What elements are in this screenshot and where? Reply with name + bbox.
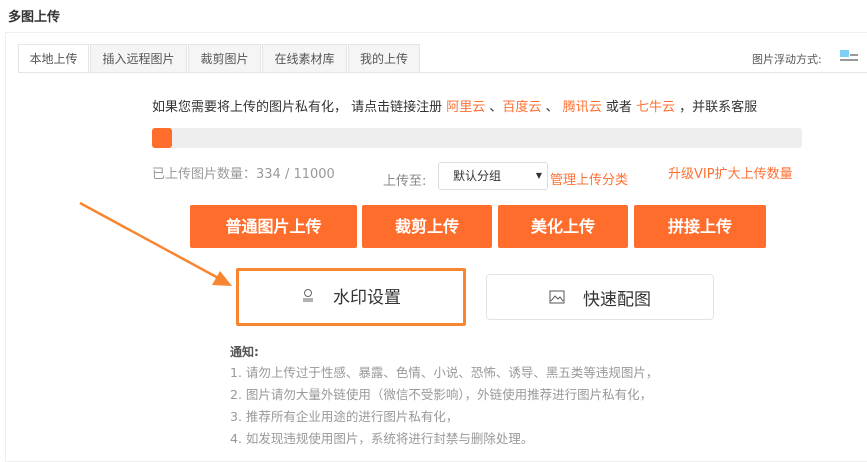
separator: 、 bbox=[485, 100, 503, 115]
upload-quota-bar bbox=[152, 128, 802, 148]
notes-heading: 通知: bbox=[230, 345, 259, 359]
image-icon bbox=[549, 290, 565, 304]
qiniu-link[interactable]: 七牛云 bbox=[636, 100, 675, 115]
tab-crop-image[interactable]: 裁剪图片 bbox=[188, 44, 261, 73]
upload-quota-fill bbox=[152, 128, 172, 148]
crop-upload-button[interactable]: 裁剪上传 bbox=[362, 205, 492, 248]
or-text: 或者 bbox=[601, 100, 636, 115]
stamp-icon bbox=[303, 289, 313, 302]
notice-text: 如果您需要将上传的图片私有化， 请点击链接注册 bbox=[152, 100, 447, 115]
note-item: 2. 图片请勿大量外链使用（微信不受影响），外链使用推荐进行图片私有化， bbox=[230, 387, 653, 402]
caret-down-icon: ▼ bbox=[535, 171, 542, 180]
tab-my-uploads[interactable]: 我的上传 bbox=[348, 44, 420, 73]
tab-divider bbox=[18, 72, 867, 73]
note-item: 1. 请勿上传过于性感、暴露、色情、小说、恐怖、诱导、黑五类等违规图片， bbox=[230, 365, 659, 380]
float-left-icon[interactable] bbox=[840, 49, 858, 63]
upload-to-label: 上传至: bbox=[383, 174, 427, 189]
notice-suffix: ，并联系客服 bbox=[675, 100, 758, 115]
float-mode-label: 图片浮动方式: bbox=[752, 53, 822, 66]
page-title: 多图上传 bbox=[8, 10, 61, 25]
group-select-value: 默认分组 bbox=[453, 169, 502, 183]
group-select[interactable]: 默认分组 ▼ bbox=[438, 162, 548, 190]
beautify-upload-button[interactable]: 美化上传 bbox=[498, 205, 628, 248]
note-item: 4. 如发现违规使用图片，系统将进行封禁与删除处理。 bbox=[230, 431, 534, 446]
tab-local-upload[interactable]: 本地上传 bbox=[18, 44, 89, 73]
quick-image-label: 快速配图 bbox=[583, 289, 651, 310]
note-item: 3. 推荐所有企业用途的进行图片私有化， bbox=[230, 409, 459, 424]
privatize-notice: 如果您需要将上传的图片私有化， 请点击链接注册 阿里云 、百度云 、 腾讯云 或… bbox=[152, 96, 757, 115]
upgrade-vip-link[interactable]: 升级VIP扩大上传数量 bbox=[668, 163, 793, 182]
tab-online-library[interactable]: 在线素材库 bbox=[262, 44, 347, 73]
aliyun-link[interactable]: 阿里云 bbox=[446, 100, 485, 115]
baidu-link[interactable]: 百度云 bbox=[502, 100, 541, 115]
tab-remote-image[interactable]: 插入远程图片 bbox=[90, 44, 187, 73]
normal-upload-button[interactable]: 普通图片上传 bbox=[190, 205, 357, 248]
separator: 、 bbox=[541, 100, 563, 115]
tencent-link[interactable]: 腾讯云 bbox=[563, 100, 602, 115]
upload-count: 已上传图片数量：334 / 11000 bbox=[152, 167, 335, 182]
splice-upload-button[interactable]: 拼接上传 bbox=[634, 205, 766, 248]
watermark-label: 水印设置 bbox=[333, 287, 401, 308]
manage-categories-link[interactable]: 管理上传分类 bbox=[550, 169, 628, 188]
watermark-settings-button[interactable]: 水印设置 bbox=[240, 272, 462, 318]
quick-image-button[interactable]: 快速配图 bbox=[486, 274, 714, 320]
